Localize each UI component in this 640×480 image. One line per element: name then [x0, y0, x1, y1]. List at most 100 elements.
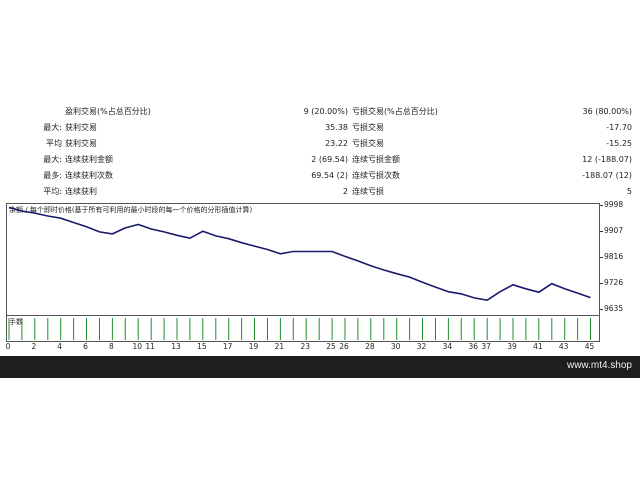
volume-bar	[435, 318, 436, 340]
x-tick-label: 28	[365, 342, 375, 351]
volume-bar	[577, 318, 579, 340]
volume-bar	[99, 318, 100, 340]
volume-bar	[590, 318, 591, 340]
volume-bar	[150, 318, 152, 340]
left-label: 盈利交易(%占总百分比)	[65, 107, 151, 116]
y-tick-label: 9635	[599, 303, 624, 313]
footer-bar: www.mt4.shop	[0, 356, 640, 378]
left-value: 2 (69.54)	[311, 155, 348, 164]
left-prefix: 最大:	[43, 155, 62, 164]
volume-bar	[176, 318, 178, 340]
x-tick-label: 30	[390, 342, 401, 351]
right-label: 连续亏损金额	[352, 155, 400, 164]
y-tick-label: 9907	[599, 226, 624, 236]
x-tick-label: 10	[132, 342, 142, 351]
left-prefix: 平均:	[43, 187, 62, 196]
volume-bar	[344, 318, 346, 340]
x-tick-label: 4	[57, 342, 63, 351]
x-tick-label: 6	[83, 342, 88, 351]
volume-bar	[564, 318, 566, 340]
volume-bar	[228, 318, 230, 340]
x-tick-label: 2	[31, 342, 37, 351]
x-tick-label: 0	[5, 342, 11, 351]
balance-line-plot	[8, 206, 591, 302]
balance-chart: 余额 / 每个即时价格(基于所有可利用的最小时段的每一个价格的分形插值计算)	[6, 203, 600, 316]
volume-bar	[447, 318, 449, 340]
volume-bar	[189, 318, 191, 340]
right-label: 亏损交易	[352, 123, 384, 132]
x-tick-label: 37	[481, 342, 491, 351]
stats-row: 平均: 连续获利 2 连续亏损 5	[0, 184, 640, 200]
volume-bar	[396, 318, 398, 340]
volume-bar	[21, 318, 23, 340]
x-tick-label: 39	[507, 342, 517, 351]
x-tick-label: 11	[145, 342, 155, 351]
volume-bar	[383, 318, 385, 340]
volume-bar	[460, 318, 462, 340]
volume-bar	[279, 318, 281, 340]
volume-bar	[512, 318, 514, 340]
volume-bar	[409, 318, 411, 340]
volume-bar	[47, 318, 49, 340]
left-label: 获利交易	[65, 123, 97, 132]
volume-bar	[473, 318, 475, 340]
right-label: 连续亏损	[352, 187, 384, 196]
volume-panel: 手数	[6, 316, 600, 342]
x-tick-label: 19	[248, 342, 259, 351]
volume-bar	[215, 318, 217, 340]
right-value: 12 (-188.07)	[582, 155, 632, 164]
x-tick-label: 26	[339, 342, 349, 351]
volume-bar	[163, 318, 165, 340]
left-value: 2	[342, 187, 348, 196]
stats-row: 盈利交易(%占总百分比) 9 (20.00%) 亏损交易(%占总百分比) 36 …	[0, 104, 640, 120]
right-label: 亏损交易	[352, 139, 384, 148]
x-tick-label: 17	[222, 342, 233, 351]
right-value: 36 (80.00%)	[582, 107, 632, 116]
left-value: 35.38	[325, 123, 348, 132]
balance-line	[8, 206, 591, 302]
right-label: 连续亏损次数	[352, 171, 400, 180]
volume-bar	[538, 318, 540, 340]
left-label: 连续获利金额	[65, 155, 113, 164]
volume-bar	[422, 318, 423, 340]
x-tick-label: 21	[274, 342, 285, 351]
stats-row: 最多: 连续获利次数 69.54 (2) 连续亏损次数 -188.07 (12)	[0, 168, 640, 184]
volume-bar	[292, 318, 294, 340]
right-value: -15.25	[606, 139, 632, 148]
site-watermark: www.mt4.shop	[566, 360, 632, 371]
left-prefix: 最多:	[43, 171, 62, 180]
volume-bar	[34, 318, 36, 340]
volume-bar	[254, 318, 255, 340]
volume-bar	[86, 318, 87, 340]
x-tick-label: 45	[584, 342, 595, 351]
right-label: 亏损交易(%占总百分比)	[352, 107, 438, 116]
volume-bar	[551, 318, 553, 340]
left-value: 23.22	[325, 139, 348, 148]
volume-bar	[331, 318, 333, 340]
volume-bar	[318, 318, 320, 340]
volume-bar	[73, 318, 75, 340]
left-prefix: 平均	[46, 139, 62, 148]
volume-bar	[137, 318, 139, 340]
volume-bars	[8, 318, 591, 340]
volume-bar	[267, 318, 268, 340]
left-value: 9 (20.00%)	[303, 107, 348, 116]
x-tick-label: 34	[442, 342, 453, 351]
stats-row: 最大: 连续获利金额 2 (69.54) 连续亏损金额 12 (-188.07)	[0, 152, 640, 168]
volume-bar	[8, 318, 10, 340]
x-tick-label: 32	[416, 342, 427, 351]
volume-bar	[111, 318, 113, 340]
stats-row: 最大: 获利交易 35.38 亏损交易 -17.70	[0, 120, 640, 136]
x-tick-label: 15	[197, 342, 207, 351]
y-tick-label: 9726	[599, 277, 624, 287]
x-tick-label: 25	[326, 342, 336, 351]
right-value: -188.07 (12)	[582, 171, 632, 180]
x-tick-label: 36	[468, 342, 478, 351]
volume-bar	[202, 318, 204, 340]
y-tick-label: 9816	[599, 252, 624, 262]
left-value: 69.54 (2)	[311, 171, 348, 180]
volume-bar	[124, 318, 126, 340]
x-tick-label: 41	[533, 342, 543, 351]
volume-bar	[357, 318, 359, 340]
x-tick-label: 43	[558, 342, 569, 351]
